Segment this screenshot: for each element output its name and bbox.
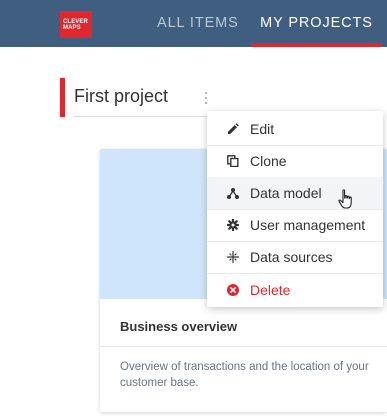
menu-item-label: Edit	[250, 121, 275, 137]
menu-item-edit[interactable]: Edit	[207, 113, 383, 145]
sparkle-icon	[227, 251, 239, 263]
tab-my-projects-label: MY PROJECTS	[260, 15, 373, 31]
clevermaps-logo[interactable]: CLEVER MAPS	[60, 11, 92, 38]
tab-all-items[interactable]: ALL ITEMS	[157, 0, 239, 47]
gear-icon	[227, 219, 239, 231]
card-description: Overview of transactions and the locatio…	[120, 361, 369, 389]
top-navigation-bar: CLEVER MAPS ALL ITEMS MY PROJECTS	[0, 0, 387, 47]
section-accent-bar	[60, 78, 65, 117]
menu-item-label: User management	[250, 217, 366, 233]
hand-cursor-icon	[338, 189, 352, 209]
menu-item-data-sources[interactable]: Data sources	[207, 241, 383, 273]
menu-item-user-management[interactable]: User management	[207, 209, 383, 241]
menu-item-label: Data model	[250, 185, 322, 201]
menu-item-label: Delete	[250, 282, 291, 298]
pencil-icon	[228, 123, 239, 134]
section-divider	[74, 116, 214, 117]
hierarchy-icon	[227, 188, 239, 199]
menu-item-delete[interactable]: Delete	[207, 274, 383, 306]
menu-item-label: Clone	[250, 153, 287, 169]
menu-item-label: Data sources	[250, 249, 333, 265]
active-tab-indicator	[251, 43, 382, 47]
copy-icon	[227, 155, 239, 167]
card-title: Business overview	[120, 319, 238, 334]
menu-item-clone[interactable]: Clone	[207, 145, 383, 177]
delete-circle-icon	[227, 284, 239, 296]
kebab-vertical-icon[interactable]	[202, 91, 210, 105]
card-divider	[100, 346, 387, 347]
logo-line-2: MAPS	[63, 25, 81, 31]
project-title: First project	[74, 86, 169, 106]
tab-my-projects[interactable]: MY PROJECTS	[251, 0, 382, 47]
